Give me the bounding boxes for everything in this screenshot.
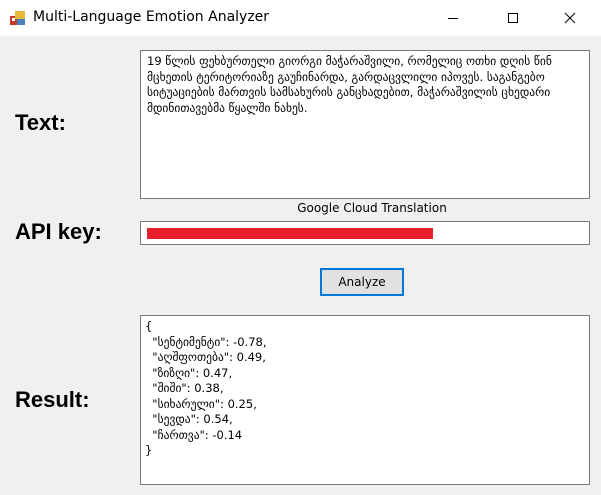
window-title: Multi-Language Emotion Analyzer [33,9,270,25]
maximize-button[interactable] [490,0,536,36]
title-bar[interactable]: Multi-Language Emotion Analyzer [0,0,601,36]
api-provider-label: Google Cloud Translation [297,201,447,215]
app-icon [10,11,25,25]
analyze-button[interactable]: Analyze [320,268,404,296]
close-button[interactable] [547,0,593,36]
result-line: "სენტიმენტი": -0.78, [145,334,267,349]
api-key-input[interactable] [140,221,590,245]
api-key-label: API key: [15,219,102,244]
result-line: "სევდა": 0.54, [145,412,233,426]
result-label: Result: [15,387,90,412]
text-input[interactable]: 19 წლის ფეხბურთელი გიორგი მაჭარაშვილი, რ… [140,50,590,199]
result-line: "ზიზღი": 0.47, [145,365,233,380]
result-line: { [145,319,153,333]
minimize-button[interactable] [430,0,476,36]
result-line: "აღშფოთება": 0.49, [145,350,266,364]
result-line: } [145,443,153,457]
minimize-icon [448,18,458,19]
result-line: "შიში": 0.38, [145,381,224,395]
result-output[interactable]: { "სენტიმენტი": -0.78, "აღშფოთება": 0.49… [140,315,590,485]
main-window: Multi-Language Emotion Analyzer Text: 19… [0,0,601,495]
close-icon [564,12,576,24]
api-key-redaction [147,228,433,239]
result-line: "ჩართვა": -0.14 [145,427,243,442]
text-label: Text: [15,110,66,135]
result-line: "სიხარული": 0.25, [145,396,257,411]
maximize-icon [508,13,518,23]
